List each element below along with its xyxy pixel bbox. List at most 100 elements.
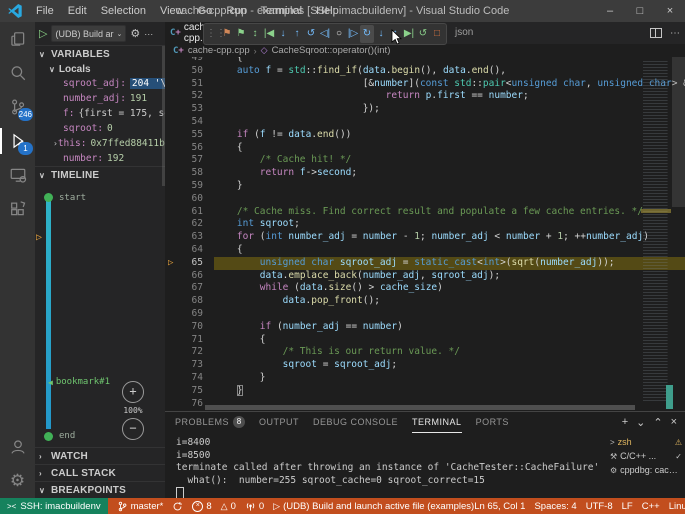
line-number[interactable]: 71: [165, 334, 214, 347]
drag-handle-icon[interactable]: ⋮⋮: [206, 25, 220, 43]
section-call-stack[interactable]: ›CALL STACK: [35, 464, 165, 481]
status-warning[interactable]: △0: [221, 501, 236, 512]
code-line-58[interactable]: 58 return f->second;: [165, 167, 685, 180]
close-panel-icon[interactable]: ×: [671, 416, 677, 428]
code-line-64[interactable]: 64 {: [165, 244, 685, 257]
code-line-49[interactable]: 49 {: [165, 57, 685, 65]
status-ln-65-col-1[interactable]: Ln 65, Col 1: [474, 501, 525, 512]
activity-explorer[interactable]: [0, 22, 35, 56]
terminal-instance[interactable]: ⚙cppdbg: cac…: [607, 463, 685, 477]
timeline-track[interactable]: [46, 201, 51, 429]
status-sync[interactable]: [172, 501, 183, 512]
line-number[interactable]: 66: [165, 270, 214, 283]
code-line-62[interactable]: 62 int sqroot;: [165, 218, 685, 231]
minimap[interactable]: [641, 57, 671, 403]
code-line-74[interactable]: 74 }: [165, 372, 685, 385]
panel-tab-ports[interactable]: PORTS: [476, 412, 509, 432]
timeline-zoom-in-button[interactable]: +: [122, 381, 144, 403]
line-number[interactable]: 68: [165, 295, 214, 308]
status-c-[interactable]: C++: [642, 501, 660, 512]
continue-icon[interactable]: |▷: [346, 25, 360, 43]
bookmark-icon[interactable]: ⚑: [234, 25, 248, 43]
code-line-67[interactable]: 67 while (data.size() > cache_size): [165, 282, 685, 295]
code-line-68[interactable]: 68 data.pop_front();: [165, 295, 685, 308]
stop-icon[interactable]: □: [430, 25, 444, 43]
line-number[interactable]: 49: [165, 57, 214, 65]
new-terminal-icon[interactable]: +: [622, 416, 628, 428]
timeline-section-header[interactable]: ∨ TIMELINE: [35, 166, 165, 183]
line-number[interactable]: 72: [165, 346, 214, 359]
code-line-73[interactable]: 73 sqroot = sqroot_adj;: [165, 359, 685, 372]
interrupt-icon[interactable]: ○: [332, 25, 346, 43]
line-number[interactable]: 57: [165, 154, 214, 167]
code-line-54[interactable]: 54: [165, 116, 685, 129]
tab-launch-json-partial[interactable]: json: [455, 22, 473, 44]
status-spaces-4[interactable]: Spaces: 4: [534, 501, 576, 512]
maximize-button[interactable]: □: [625, 0, 655, 22]
maximize-panel-icon[interactable]: ⌃: [653, 416, 662, 429]
reverse-continue-icon[interactable]: ↺: [304, 25, 318, 43]
variable-row[interactable]: sqroot_adj:204 '\314': [35, 76, 165, 91]
activity-search[interactable]: [0, 56, 35, 90]
locals-scope[interactable]: ∨ Locals: [35, 62, 165, 76]
status-branch[interactable]: master*: [117, 501, 164, 512]
code-line-72[interactable]: 72 /* This is our return value. */: [165, 346, 685, 359]
line-number[interactable]: 70: [165, 321, 214, 334]
code-line-57[interactable]: 57 /* Cache hit! */: [165, 154, 685, 167]
horizontal-scrollbar[interactable]: [205, 405, 635, 410]
step-into-icon[interactable]: ↓: [374, 25, 388, 43]
line-number[interactable]: 58: [165, 167, 214, 180]
status-error[interactable]: ×8: [192, 501, 211, 512]
line-number[interactable]: 60: [165, 193, 214, 206]
code-line-63[interactable]: 63 for (int number_adj = number - 1; num…: [165, 231, 685, 244]
line-number[interactable]: 69: [165, 308, 214, 321]
code-line-75[interactable]: 75 }: [165, 385, 685, 398]
code-line-71[interactable]: 71 {: [165, 334, 685, 347]
line-number[interactable]: 67: [165, 282, 214, 295]
code-line-69[interactable]: 69: [165, 308, 685, 321]
status-utf-8[interactable]: UTF-8: [586, 501, 613, 512]
terminal-instance[interactable]: ⚒C/C++ ...✓: [607, 449, 685, 463]
jump-down-icon[interactable]: ↓: [276, 25, 290, 43]
variable-row[interactable]: f:{first = 175, secon…: [35, 106, 165, 121]
split-editor-icon[interactable]: [650, 28, 662, 38]
menu-file[interactable]: File: [29, 0, 61, 22]
breadcrumb[interactable]: C+ cache-cpp.cpp › ◇ CacheSqroot::operat…: [165, 44, 685, 57]
code-line-59[interactable]: 59 }: [165, 180, 685, 193]
variables-section-header[interactable]: ∨ VARIABLES: [35, 45, 165, 62]
line-number[interactable]: 59: [165, 180, 214, 193]
run-to-end-icon[interactable]: ▶|: [402, 25, 416, 43]
variable-row[interactable]: number_adj:191: [35, 91, 165, 106]
code-editor[interactable]: 49 {50 auto f = std::find_if(data.begin(…: [165, 57, 685, 411]
status-lf[interactable]: LF: [622, 501, 633, 512]
breadcrumb-symbol[interactable]: CacheSqroot::operator()(int): [272, 45, 391, 56]
line-number[interactable]: 64: [165, 244, 214, 257]
goto-time-icon[interactable]: ↕: [248, 25, 262, 43]
code-line-60[interactable]: 60: [165, 193, 685, 206]
timeline-zoom-out-button[interactable]: −: [122, 418, 144, 440]
vertical-scrollbar[interactable]: [672, 57, 685, 207]
menu-edit[interactable]: Edit: [61, 0, 94, 22]
step-over-icon[interactable]: ↻: [360, 25, 374, 43]
activity-accounts[interactable]: [0, 430, 35, 464]
code-line-52[interactable]: 52 return p.first == number;: [165, 90, 685, 103]
code-line-50[interactable]: 50 auto f = std::find_if(data.begin(), d…: [165, 65, 685, 78]
line-number[interactable]: 61: [165, 206, 214, 219]
terminal-instance[interactable]: >zsh⚠: [607, 435, 685, 449]
more-actions-icon[interactable]: ⋯: [670, 28, 680, 39]
activity-extensions[interactable]: [0, 192, 35, 226]
code-line-70[interactable]: 70 if (number_adj == number): [165, 321, 685, 334]
activity-settings[interactable]: ⚙: [0, 464, 35, 498]
minimize-button[interactable]: –: [595, 0, 625, 22]
line-number[interactable]: 75: [165, 385, 214, 398]
line-number[interactable]: 51: [165, 78, 214, 91]
activity-source-control[interactable]: 246: [0, 90, 35, 124]
line-number[interactable]: 53: [165, 103, 214, 116]
line-number[interactable]: 52: [165, 90, 214, 103]
line-number[interactable]: 50: [165, 65, 214, 78]
line-number[interactable]: 63: [165, 231, 214, 244]
reverse-step-icon[interactable]: ◁|: [318, 25, 332, 43]
panel-tab-terminal[interactable]: TERMINAL: [412, 412, 462, 433]
close-button[interactable]: ×: [655, 0, 685, 22]
terminal-dropdown-icon[interactable]: ⌄: [636, 416, 645, 429]
